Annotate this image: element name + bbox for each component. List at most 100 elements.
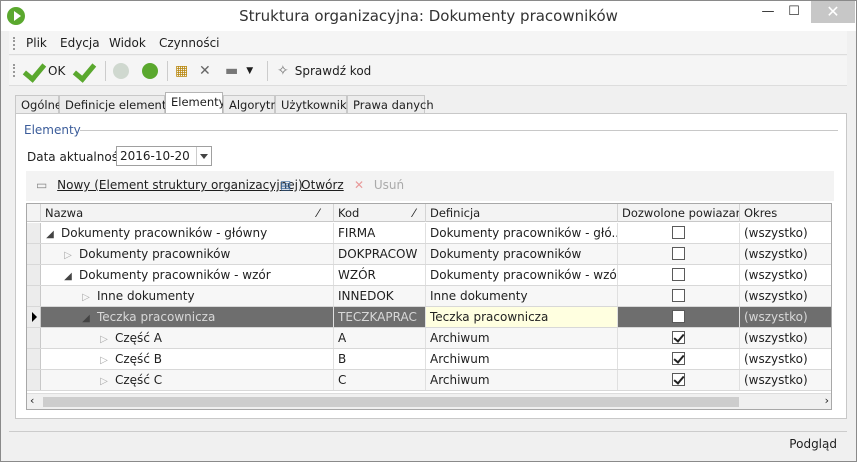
row-indicator[interactable] <box>27 265 41 285</box>
menu-czynnosci[interactable]: Czynności <box>159 36 220 50</box>
scroll-left-icon[interactable]: ‹ <box>30 394 34 407</box>
collapsed-icon[interactable]: ▷ <box>63 250 73 261</box>
tab-elementy[interactable]: Elementy <box>165 92 225 114</box>
collapsed-icon[interactable]: ▷ <box>99 376 109 387</box>
row-indicator[interactable] <box>27 286 41 306</box>
date-dropdown-icon[interactable] <box>196 147 211 165</box>
tab-uzytkownika[interactable]: Użytkownika <box>275 95 353 114</box>
menu-plik[interactable]: Plik <box>26 36 47 50</box>
row-indicator[interactable] <box>27 223 41 243</box>
check-code-button[interactable]: ✧ Sprawdź kod <box>277 59 371 83</box>
horizontal-scrollbar[interactable]: ‹ › <box>27 393 831 409</box>
cell-kod: DOKPRACOW <box>334 244 426 264</box>
maximize-icon[interactable]: ☐ <box>779 1 809 23</box>
tab-ogolne[interactable]: Ogólne <box>15 95 62 114</box>
scroll-right-icon[interactable]: › <box>825 394 829 407</box>
row-indicator[interactable] <box>27 244 41 264</box>
table-row[interactable]: ▷ Część A A Archiwum (wszystko) <box>27 328 831 349</box>
cell-definicja: Archiwum <box>426 370 618 390</box>
cell-kod: TECZKAPRAC <box>334 307 426 327</box>
cell-definicja: Dokumenty pracowników <box>426 244 618 264</box>
cell-definicja: Teczka pracownicza <box>426 307 618 327</box>
tab-definicje-elementow[interactable]: Definicje elementów <box>59 95 183 114</box>
cell-nazwa: ▷ Dokumenty pracowników <box>41 244 334 264</box>
check-icon <box>23 61 43 81</box>
cell-okres: (wszystko) <box>740 265 831 285</box>
cell-definicja: Archiwum <box>426 349 618 369</box>
print-button[interactable]: ▬ ▼ <box>225 59 253 83</box>
tab-algorytm[interactable]: Algorytm <box>223 95 282 114</box>
collapsed-icon[interactable]: ▷ <box>81 292 91 303</box>
cell-okres: (wszystko) <box>740 307 831 327</box>
header-definicja[interactable]: Definicja <box>426 204 618 222</box>
tree-button[interactable]: ▦ <box>175 59 188 83</box>
new-element-button[interactable]: ▭ Nowy (Element struktury organizacyjnej… <box>36 178 303 192</box>
expanded-icon[interactable]: ◢ <box>45 229 55 240</box>
cell-definicja: Inne dokumenty <box>426 286 618 306</box>
collapsed-icon[interactable]: ▷ <box>99 355 109 366</box>
cell-okres: (wszystko) <box>740 223 831 243</box>
table-row[interactable]: ▷ Dokumenty pracowników DOKPRACOW Dokumenty… <box>27 244 831 265</box>
collapsed-icon[interactable]: ▷ <box>99 334 109 345</box>
tools-button[interactable]: ✕ <box>199 59 211 83</box>
elements-grid[interactable]: Nazwa⁄ Kod⁄ Definicja Dozwolone powiazan… <box>26 203 832 410</box>
table-row[interactable]: ◢ Dokumenty pracowników - główny FIRMA Doku… <box>27 223 831 244</box>
toolbar-separator <box>267 61 268 81</box>
window-title: Struktura organizacyjna: Dokumenty praco… <box>239 7 618 25</box>
allowed-checkbox[interactable] <box>672 331 685 344</box>
open-button[interactable]: ▤ Otwórz <box>280 178 344 192</box>
table-row[interactable]: ▷ Inne dokumenty INNEDOK Inne dokumenty (wsz… <box>27 286 831 307</box>
allowed-checkbox[interactable] <box>672 289 685 302</box>
row-indicator[interactable] <box>27 307 41 327</box>
back-button[interactable] <box>113 59 129 83</box>
row-indicator[interactable] <box>27 328 41 348</box>
cell-dozwolone <box>618 307 740 327</box>
check-code-label: Sprawdź kod <box>294 64 372 78</box>
table-row[interactable]: ◢ Teczka pracownicza TECZKAPRAC Teczka prac… <box>27 307 831 328</box>
cell-definicja: Dokumenty pracowników - głó... <box>426 223 618 243</box>
allowed-checkbox[interactable] <box>672 226 685 239</box>
open-label: Otwórz <box>301 178 344 192</box>
cell-nazwa: ◢ Dokumenty pracowników - wzór <box>41 265 334 285</box>
date-picker[interactable]: 2016-10-20 <box>116 146 212 166</box>
allowed-checkbox[interactable] <box>672 247 685 260</box>
forward-button[interactable] <box>142 59 158 83</box>
new-element-label: Nowy (Element struktury organizacyjnej) <box>57 178 303 192</box>
allowed-checkbox[interactable] <box>672 268 685 281</box>
ok-button[interactable]: OK <box>23 59 65 83</box>
allowed-checkbox[interactable] <box>672 352 685 365</box>
tab-prawa-danych[interactable]: Prawa danych <box>347 95 434 114</box>
expanded-icon[interactable]: ◢ <box>81 313 91 324</box>
row-indicator[interactable] <box>27 370 41 390</box>
allowed-checkbox[interactable] <box>672 310 685 323</box>
header-dozwolone-powiazania[interactable]: Dozwolone powiazania <box>618 204 740 222</box>
table-row[interactable]: ▷ Część B B Archiwum (wszystko) <box>27 349 831 370</box>
date-value: 2016-10-20 <box>120 149 190 163</box>
toolbar-separator <box>105 61 106 81</box>
new-document-icon: ▭ <box>36 178 48 192</box>
delete-button[interactable]: ✕ Usuń <box>354 178 404 192</box>
header-kod[interactable]: Kod ⁄ <box>334 204 426 222</box>
expanded-icon[interactable]: ◢ <box>63 271 73 282</box>
cell-nazwa: ▷ Inne dokumenty <box>41 286 334 306</box>
cell-nazwa: ◢ Dokumenty pracowników - główny <box>41 223 334 243</box>
row-name: Część A <box>115 331 162 345</box>
table-row[interactable]: ▷ Część C C Archiwum (wszystko) <box>27 370 831 391</box>
menu-edycja[interactable]: Edycja <box>60 36 100 50</box>
cell-kod: A <box>334 328 426 348</box>
save-check-button[interactable] <box>73 59 93 83</box>
cell-dozwolone <box>618 349 740 369</box>
close-icon[interactable]: ✕ <box>811 1 855 23</box>
cell-definicja: Dokumenty pracowników - wzór <box>426 265 618 285</box>
preview-button[interactable]: Podgląd <box>789 437 837 451</box>
header-okres[interactable]: Okres <box>740 204 831 222</box>
menu-widok[interactable]: Widok <box>109 36 146 50</box>
cell-dozwolone <box>618 370 740 390</box>
menu-bar: Plik Edycja Widok Czynności <box>9 31 847 55</box>
table-row[interactable]: ◢ Dokumenty pracowników - wzór WZÓR Dokumen… <box>27 265 831 286</box>
header-nazwa[interactable]: Nazwa ⁄ <box>41 204 334 222</box>
magic-wand-icon: ✧ <box>277 63 289 79</box>
scroll-thumb[interactable] <box>43 397 739 407</box>
allowed-checkbox[interactable] <box>672 373 685 386</box>
row-indicator[interactable] <box>27 349 41 369</box>
